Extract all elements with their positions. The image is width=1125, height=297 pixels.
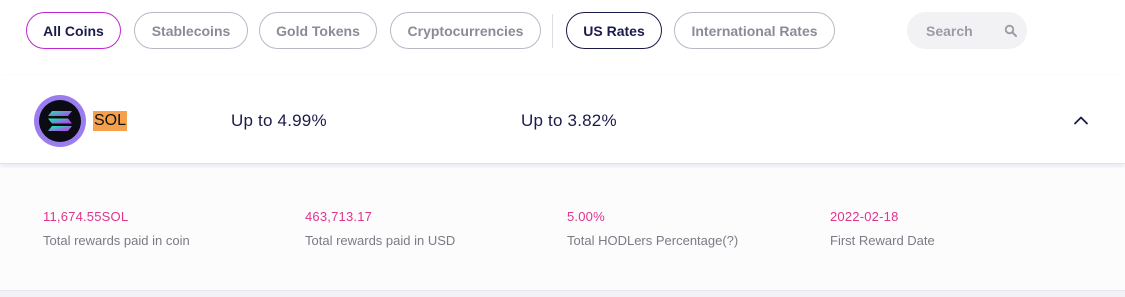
coin-symbol: SOL xyxy=(93,111,128,131)
filter-stablecoins-button[interactable]: Stablecoins xyxy=(134,12,248,49)
filter-us-rates-button[interactable]: US Rates xyxy=(566,12,662,49)
filter-cryptocurrencies-button[interactable]: Cryptocurrencies xyxy=(390,12,541,49)
stat-label: Total rewards paid in coin xyxy=(43,233,190,248)
chevron-up-icon[interactable] xyxy=(1072,114,1090,126)
us-rate: Up to 4.99% xyxy=(231,111,327,130)
filter-all-coins-button[interactable]: All Coins xyxy=(26,12,121,49)
stat-rewards-usd: 463,713.17 Total rewards paid in USD xyxy=(305,209,455,248)
stat-value: 5.00% xyxy=(567,209,605,224)
stat-label: First Reward Date xyxy=(830,233,935,248)
solana-logo-icon xyxy=(34,95,86,147)
international-rate: Up to 3.82% xyxy=(521,111,617,130)
filter-gold-tokens-button[interactable]: Gold Tokens xyxy=(259,12,377,49)
stat-hodlers-percentage: 5.00% Total HODLers Percentage(?) xyxy=(567,209,738,248)
stat-rewards-coin: 11,674.55SOL Total rewards paid in coin xyxy=(43,209,190,248)
filter-divider xyxy=(552,14,553,48)
filter-bar: All Coins Stablecoins Gold Tokens Crypto… xyxy=(0,0,1125,66)
filter-international-rates-button[interactable]: International Rates xyxy=(674,12,835,49)
next-row-edge xyxy=(0,290,1125,297)
solana-mark-icon xyxy=(48,111,72,131)
coin-row[interactable]: SOL Up to 4.99% Up to 3.82% xyxy=(0,76,1125,164)
stat-label: Total rewards paid in USD xyxy=(305,233,456,248)
stat-value: 463,713.17 xyxy=(305,209,373,224)
coin-details-panel: 11,674.55SOL Total rewards paid in coin … xyxy=(0,168,1125,297)
stat-value: 2022-02-18 xyxy=(830,209,899,224)
search-label: Search xyxy=(926,22,973,39)
search-input[interactable]: Search xyxy=(907,12,1027,49)
stat-label: Total HODLers Percentage(?) xyxy=(567,233,739,248)
search-icon xyxy=(1004,24,1017,37)
stat-first-reward-date: 2022-02-18 First Reward Date xyxy=(830,209,935,248)
stat-value: 11,674.55SOL xyxy=(43,209,129,224)
